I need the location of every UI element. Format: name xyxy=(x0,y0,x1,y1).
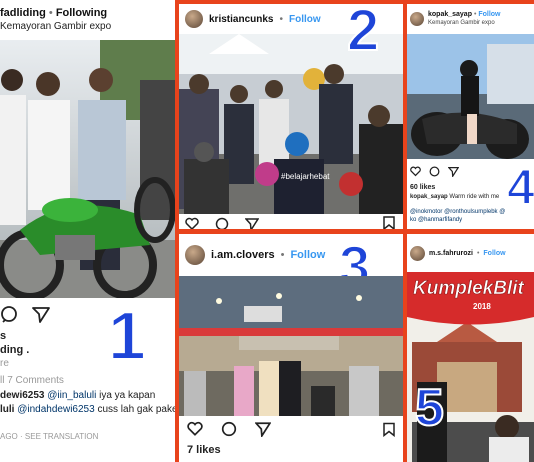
bookmark-icon[interactable] xyxy=(383,216,395,229)
panel-number: 5 xyxy=(414,379,445,437)
event-banner-title: KumplekBlit xyxy=(413,278,524,300)
follow-button[interactable]: Follow xyxy=(289,14,321,25)
username[interactable]: m.s.fahrurozi xyxy=(429,250,473,257)
follow-button[interactable]: Follow xyxy=(478,11,500,18)
caption-user[interactable]: kopak_sayap xyxy=(410,194,448,200)
avatar[interactable] xyxy=(410,245,425,261)
shirt-print: #belajarhebat xyxy=(281,172,330,181)
share-icon[interactable] xyxy=(32,305,50,323)
caption-tags[interactable]: @inokmotor @ronthoulsumplebk @ko @hanmar… xyxy=(410,209,506,225)
post-header: m.s.fahrurozi • Follow xyxy=(407,234,534,272)
more-link[interactable]: re xyxy=(0,358,9,369)
post-actions xyxy=(185,217,259,229)
post-panel-2: kristiancunks • Follow #belajarhebat 2 xyxy=(179,4,403,229)
comment-text: iya ya kapan xyxy=(99,390,156,401)
username[interactable]: i.am.clovers xyxy=(211,249,275,261)
comment-user[interactable]: dewi6253 xyxy=(0,390,44,401)
translation-footer[interactable]: AGO · SEE TRANSLATION xyxy=(0,432,98,441)
post-actions xyxy=(0,305,50,323)
caption: kopak_sayap Warm ride with me xyxy=(410,194,499,200)
post-actions xyxy=(410,166,459,177)
comment-2: luli @indahdewi6253 cuss lah gak pake la xyxy=(0,404,175,415)
avatar[interactable] xyxy=(185,10,203,28)
comment-user[interactable]: luli xyxy=(0,404,14,415)
username[interactable]: fadliding xyxy=(0,7,46,19)
share-icon[interactable] xyxy=(255,421,271,437)
post-header: fadliding • Following Kemayoran Gambir e… xyxy=(0,0,175,40)
share-icon[interactable] xyxy=(448,166,459,177)
post-panel-3: i.am.clovers • Follow 3 7 likes xyxy=(179,234,403,462)
post-header: kopak_sayap • Follow Kemayoran Gambir ex… xyxy=(407,4,534,34)
location-label[interactable]: Kemayoran Gambir expo xyxy=(0,21,111,33)
view-comments-link[interactable]: ll 7 Comments xyxy=(0,375,64,386)
following-button[interactable]: Following xyxy=(56,7,107,19)
username[interactable]: kristiancunks xyxy=(209,14,273,25)
avatar[interactable] xyxy=(185,245,205,265)
comment-1: dewi6253 @iin_baluli iya ya kapan xyxy=(0,390,155,401)
post-actions xyxy=(187,421,271,437)
likes-count[interactable]: s xyxy=(0,330,6,342)
caption: ding . xyxy=(0,344,30,356)
rider-photo xyxy=(407,34,534,159)
follow-button[interactable]: Follow xyxy=(290,249,325,261)
post-photo xyxy=(179,276,403,416)
likes-count[interactable]: 7 likes xyxy=(187,444,221,456)
comment-mention[interactable]: @iin_baluli xyxy=(47,390,96,401)
heart-icon[interactable] xyxy=(410,166,421,177)
comment-icon[interactable] xyxy=(429,166,440,177)
post-panel-5: m.s.fahrurozi • Follow KumplekBlit 2018 … xyxy=(407,234,534,462)
comment-icon[interactable] xyxy=(0,305,18,323)
comment-text: cuss lah gak pake la xyxy=(97,404,175,415)
panel-number: 4 xyxy=(506,159,534,215)
follow-button[interactable]: Follow xyxy=(483,250,505,257)
avatar[interactable] xyxy=(410,12,424,26)
bookmark-icon[interactable] xyxy=(383,422,395,437)
comment-mention[interactable]: @indahdewi6253 xyxy=(17,404,94,415)
post-photo xyxy=(407,34,534,159)
post-panel-4: kopak_sayap • Follow Kemayoran Gambir ex… xyxy=(407,4,534,229)
motorcycle-photo xyxy=(0,40,175,298)
panel-number: 2 xyxy=(346,4,380,63)
caption-text: Warm ride with me xyxy=(449,194,500,200)
post-panel-1: fadliding • Following Kemayoran Gambir e… xyxy=(0,0,175,462)
location-label[interactable]: Kemayoran Gambir expo xyxy=(428,20,501,27)
heart-icon[interactable] xyxy=(187,421,203,437)
event-banner-year: 2018 xyxy=(473,302,491,311)
comment-icon[interactable] xyxy=(221,421,237,437)
post-photo xyxy=(0,40,175,298)
panel-number: 1 xyxy=(107,298,147,374)
comment-icon[interactable] xyxy=(215,217,229,229)
stunt-show-photo xyxy=(179,276,403,416)
username[interactable]: kopak_sayap xyxy=(428,11,472,18)
likes-count[interactable]: 60 likes xyxy=(410,184,435,191)
heart-icon[interactable] xyxy=(185,217,199,229)
share-icon[interactable] xyxy=(245,217,259,229)
